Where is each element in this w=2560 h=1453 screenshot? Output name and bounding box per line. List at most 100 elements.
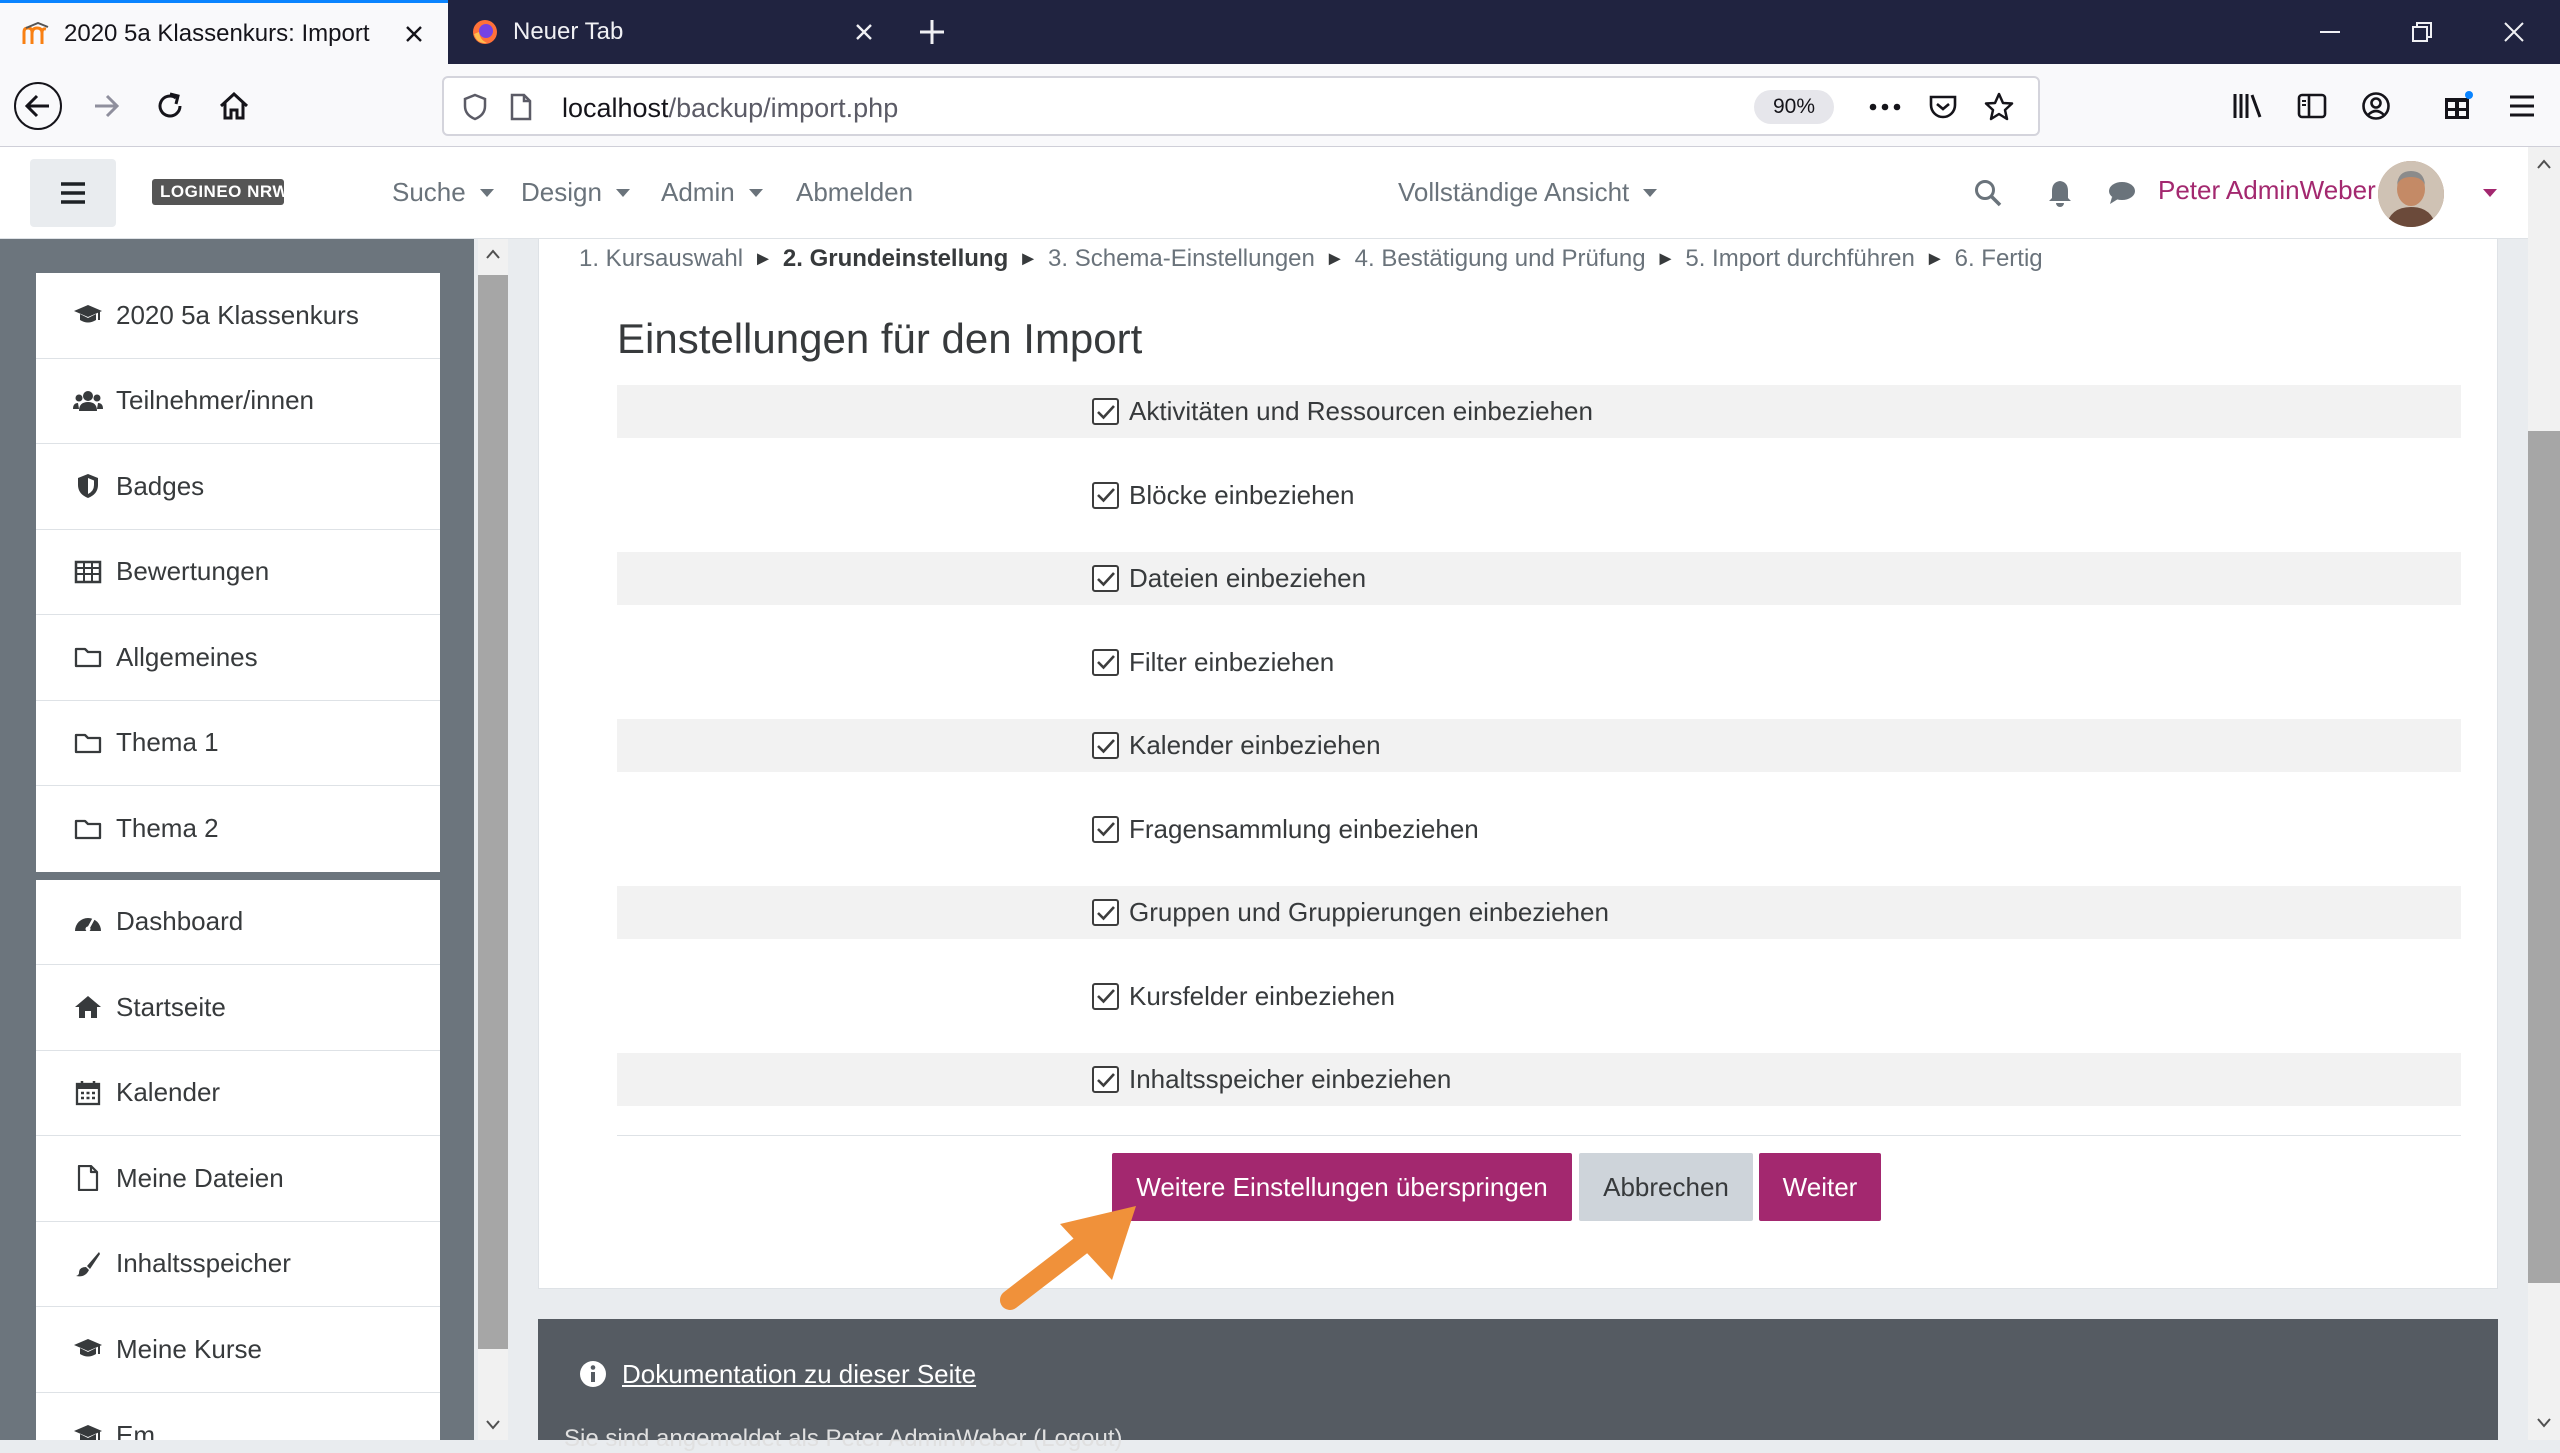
extensions-icon[interactable]	[2434, 82, 2482, 130]
setting-checkbox[interactable]	[1092, 982, 1119, 1010]
setting-checkbox[interactable]	[1092, 648, 1119, 676]
setting-checkbox[interactable]	[1092, 481, 1119, 509]
sidebar-item-teilnehmer-innen[interactable]: Teilnehmer/innen	[36, 359, 440, 444]
drawer-scrollbar-thumb[interactable]	[478, 275, 508, 1349]
app-menu-icon[interactable]	[2498, 82, 2546, 130]
close-tab-icon[interactable]	[844, 12, 884, 52]
drawer-toggle-button[interactable]	[30, 159, 116, 227]
form-divider	[617, 1135, 2461, 1136]
sidebar-item-badges[interactable]: Badges	[36, 444, 440, 530]
user-menu-caret-icon[interactable]	[2472, 175, 2508, 211]
page-info-icon[interactable]	[504, 90, 538, 124]
scroll-up-icon[interactable]	[2528, 149, 2560, 179]
setting-checkbox[interactable]	[1092, 732, 1119, 759]
user-name[interactable]: Peter AdminWeber	[2158, 175, 2376, 206]
home-icon[interactable]	[210, 82, 258, 130]
site-header: LOGINEO NRW Suche Design Admin Abmelden …	[0, 147, 2560, 239]
sidebar-item-meine-dateien[interactable]: Meine Dateien	[36, 1136, 440, 1222]
menu-admin[interactable]: Admin	[661, 177, 763, 208]
address-bar[interactable]: localhost/backup/import.php 90%	[442, 76, 2040, 136]
sidebar-item-startseite[interactable]: Startseite	[36, 965, 440, 1051]
course-nav-group: 2020 5a Klassenkurs Teilnehmer/innen Badge…	[36, 273, 440, 872]
menu-abmelden[interactable]: Abmelden	[796, 177, 913, 208]
sidebar-item-kalender[interactable]: Kalender	[36, 1051, 440, 1136]
checkmark-icon	[1096, 822, 1115, 837]
zoom-level-badge[interactable]: 90%	[1754, 90, 1834, 124]
skip-settings-button[interactable]: Weitere Einstellungen überspringen	[1112, 1153, 1572, 1221]
pocket-icon[interactable]	[1926, 90, 1960, 124]
setting-label[interactable]: Dateien einbeziehen	[1129, 563, 1366, 594]
setting-row: Fragensammlung einbeziehen	[617, 772, 2461, 886]
setting-label[interactable]: Filter einbeziehen	[1129, 647, 1334, 678]
bookmark-star-icon[interactable]	[1982, 90, 2016, 124]
next-button[interactable]: Weiter	[1759, 1153, 1881, 1221]
chat-icon[interactable]	[2104, 175, 2140, 211]
close-tab-icon[interactable]	[394, 14, 434, 54]
sidebar-item-inhaltsspeicher[interactable]: Inhaltsspeicher	[36, 1222, 440, 1307]
scroll-up-icon[interactable]	[486, 249, 500, 259]
setting-label[interactable]: Blöcke einbeziehen	[1129, 480, 1355, 511]
sidebar-item-bewertungen[interactable]: Bewertungen	[36, 530, 440, 615]
info-icon	[580, 1361, 606, 1387]
browser-tab-active[interactable]: 2020 5a Klassenkurs: Import	[0, 0, 448, 64]
restore-window-icon[interactable]	[2402, 12, 2442, 52]
checkmark-icon	[1096, 1072, 1115, 1087]
sidebar-toggle-icon[interactable]	[2288, 82, 2336, 130]
graduation-cap-icon	[72, 1333, 104, 1365]
graduation-cap-icon	[72, 299, 104, 331]
scroll-down-icon[interactable]	[2528, 1408, 2560, 1438]
setting-label[interactable]: Kursfelder einbeziehen	[1129, 981, 1395, 1012]
breadcrumb-separator: ►	[753, 247, 773, 270]
sidebar-item-meine-kurse[interactable]: Meine Kurse	[36, 1307, 440, 1393]
breadcrumb-step: 6. Fertig	[1954, 245, 2043, 272]
setting-label[interactable]: Inhaltsspeicher einbeziehen	[1129, 1064, 1451, 1095]
page-scrollbar[interactable]	[2528, 147, 2560, 1440]
page-scrollbar-thumb[interactable]	[2528, 431, 2560, 1283]
annotation-arrow-icon	[1000, 1206, 1136, 1310]
sidebar-item-2020-5a-klassenkurs[interactable]: 2020 5a Klassenkurs	[36, 273, 440, 359]
view-mode-dropdown[interactable]: Vollständige Ansicht	[1398, 177, 1658, 208]
setting-checkbox[interactable]	[1092, 815, 1119, 843]
sidebar-item-thema-1[interactable]: Thema 1	[36, 701, 440, 786]
setting-label[interactable]: Fragensammlung einbeziehen	[1129, 814, 1479, 845]
account-icon[interactable]	[2352, 82, 2400, 130]
setting-label[interactable]: Kalender einbeziehen	[1129, 730, 1381, 761]
forward-arrow-icon[interactable]	[82, 82, 130, 130]
library-icon[interactable]	[2224, 82, 2272, 130]
setting-checkbox[interactable]	[1092, 899, 1119, 926]
user-avatar[interactable]	[2378, 161, 2444, 227]
minimize-window-icon[interactable]	[2310, 12, 2350, 52]
bell-icon[interactable]	[2042, 175, 2078, 211]
caret-down-icon	[1643, 188, 1658, 197]
setting-checkbox[interactable]	[1092, 398, 1119, 425]
menu-design[interactable]: Design	[521, 177, 630, 208]
sidebar-item-allgemeines[interactable]: Allgemeines	[36, 615, 440, 701]
caret-down-icon	[479, 188, 494, 197]
checkmark-icon	[1096, 488, 1115, 503]
search-icon[interactable]	[1970, 175, 2006, 211]
menu-suche[interactable]: Suche	[392, 177, 494, 208]
setting-checkbox[interactable]	[1092, 565, 1119, 592]
new-tab-plus-icon[interactable]	[912, 12, 952, 52]
setting-checkbox[interactable]	[1092, 1066, 1119, 1093]
setting-label[interactable]: Aktivitäten und Ressourcen einbeziehen	[1129, 396, 1593, 427]
content-card: 1. Kursauswahl ► 2. Grundeinstellung ► 3. Sc…	[538, 239, 2498, 1289]
url-text[interactable]: localhost/backup/import.php	[562, 93, 898, 124]
back-arrow-icon[interactable]	[14, 82, 62, 130]
close-window-icon[interactable]	[2494, 12, 2534, 52]
home-icon	[72, 991, 104, 1023]
checkmark-icon	[1096, 571, 1115, 586]
documentation-link[interactable]: Dokumentation zu dieser Seite	[622, 1359, 976, 1390]
setting-label[interactable]: Gruppen und Gruppierungen einbeziehen	[1129, 897, 1609, 928]
sidebar-item-thema-2[interactable]: Thema 2	[36, 786, 440, 872]
scroll-down-icon[interactable]	[486, 1420, 500, 1430]
shield-icon[interactable]	[458, 90, 492, 124]
drawer-scrollbar[interactable]	[478, 239, 508, 1440]
sidebar-item-em[interactable]: Em...	[36, 1393, 440, 1440]
reload-icon[interactable]	[146, 82, 194, 130]
cancel-button[interactable]: Abbrechen	[1579, 1153, 1753, 1221]
sidebar-item-dashboard[interactable]: Dashboard	[36, 880, 440, 965]
site-logo[interactable]: LOGINEO NRW	[152, 175, 288, 217]
more-actions-icon[interactable]	[1868, 90, 1902, 124]
browser-tab-new[interactable]: Neuer Tab	[449, 0, 898, 64]
